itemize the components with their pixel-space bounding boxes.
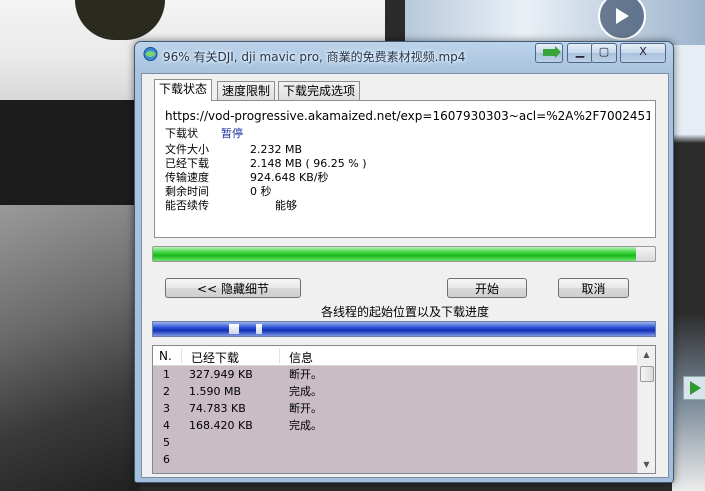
info-value: 2.148 MB ( 96.25 % )	[250, 157, 367, 170]
list-item[interactable]: 6	[153, 451, 637, 468]
connection-number: 3	[163, 402, 170, 415]
desktop-background-photo-right	[405, 0, 705, 45]
connection-downloaded: 1.590 MB	[189, 385, 242, 398]
connection-downloaded: 168.420 KB	[189, 419, 253, 432]
list-item[interactable]: 3 74.783 KB 断开。	[153, 400, 637, 417]
column-header-info[interactable]: 信息	[289, 349, 313, 366]
info-value: 2.232 MB	[250, 143, 303, 156]
column-header-downloaded[interactable]: 已经下载	[191, 349, 239, 366]
connection-info: 断开。	[289, 368, 322, 381]
thread-segment	[229, 324, 239, 334]
scroll-down-icon[interactable]: ▼	[638, 456, 655, 473]
hide-details-button[interactable]: << 隐藏细节	[165, 278, 301, 298]
connection-info: 完成。	[289, 385, 322, 398]
thread-segment	[256, 324, 262, 334]
window-client-area: 下载状态 速度限制 下载完成选项 https://vod-progressive…	[141, 73, 669, 478]
column-header-number[interactable]: N.	[159, 349, 172, 363]
connection-number: 1	[163, 368, 170, 381]
connection-info: 完成。	[289, 419, 322, 432]
green-arrow-button[interactable]	[535, 43, 563, 63]
info-label: 已经下载	[165, 157, 209, 170]
tab-speed-limit[interactable]: 速度限制	[217, 81, 276, 100]
connection-number: 5	[163, 436, 170, 449]
window-title: 96% 有关DJI, dji mavic pro, 商業的免费素材视频.mp4	[163, 50, 466, 64]
info-label: 剩余时间	[165, 185, 209, 198]
play-icon[interactable]	[683, 376, 705, 400]
download-progress-bar	[152, 246, 656, 262]
list-item[interactable]: 2 1.590 MB 完成。	[153, 383, 637, 400]
list-item[interactable]: 4 168.420 KB 完成。	[153, 417, 637, 434]
connection-downloaded: 327.949 KB	[189, 368, 253, 381]
desktop-background-strip	[672, 45, 705, 491]
cancel-button[interactable]: 取消	[558, 278, 629, 298]
list-rows: 1 327.949 KB 断开。 2 1.590 MB 完成。 3 74.783…	[153, 366, 637, 468]
connection-number: 6	[163, 453, 170, 466]
connection-number: 2	[163, 385, 170, 398]
info-value: 0 秒	[250, 185, 272, 198]
minimize-icon: ▁	[575, 45, 585, 58]
download-window: 96% 有关DJI, dji mavic pro, 商業的免费素材视频.mp4 …	[134, 41, 674, 483]
desktop-background-photo-bottom	[0, 205, 140, 491]
status-row: 下载状 暂停	[165, 125, 243, 141]
info-value: 能够	[275, 199, 297, 212]
list-scrollbar[interactable]: ▲ ▼	[637, 346, 655, 473]
column-divider[interactable]	[181, 348, 182, 363]
list-item[interactable]: 1 327.949 KB 断开。	[153, 366, 637, 383]
download-status-panel: https://vod-progressive.akamaized.net/ex…	[154, 100, 656, 238]
info-label: 文件大小	[165, 143, 209, 156]
green-arrow-icon	[543, 46, 561, 58]
minimize-button[interactable]: ▁	[567, 43, 593, 63]
thread-progress-caption: 各线程的起始位置以及下载进度	[320, 305, 489, 319]
download-url: https://vod-progressive.akamaized.net/ex…	[165, 109, 650, 123]
connection-info: 断开。	[289, 402, 322, 415]
status-label: 下载状	[165, 127, 198, 140]
connection-number: 4	[163, 419, 170, 432]
info-label: 能否续传	[165, 199, 209, 212]
connection-downloaded: 74.783 KB	[189, 402, 246, 415]
scrollbar-thumb[interactable]	[640, 366, 654, 382]
list-item[interactable]: 5	[153, 434, 637, 451]
close-icon: X	[639, 45, 647, 58]
maximize-icon: ▢	[598, 45, 610, 58]
info-value: 924.648 KB/秒	[250, 171, 329, 184]
tab-download-status[interactable]: 下载状态	[154, 79, 213, 101]
connections-list: N. 已经下载 信息 1 327.949 KB 断开。 2 1.590 MB 完…	[152, 345, 656, 474]
info-label: 传输速度	[165, 171, 209, 184]
thread-progress-bar	[152, 321, 656, 337]
column-divider[interactable]	[279, 348, 280, 363]
title-bar[interactable]: 96% 有关DJI, dji mavic pro, 商業的免费素材视频.mp4 …	[135, 42, 673, 66]
progress-fill	[153, 247, 637, 261]
list-header: N. 已经下载 信息	[153, 346, 637, 366]
close-button[interactable]: X	[620, 43, 666, 63]
tab-completion-options[interactable]: 下载完成选项	[278, 81, 361, 100]
idm-globe-icon	[143, 47, 158, 61]
start-button[interactable]: 开始	[447, 278, 527, 298]
status-value: 暂停	[221, 127, 243, 140]
maximize-button[interactable]: ▢	[591, 43, 617, 63]
scroll-up-icon[interactable]: ▲	[638, 346, 655, 363]
